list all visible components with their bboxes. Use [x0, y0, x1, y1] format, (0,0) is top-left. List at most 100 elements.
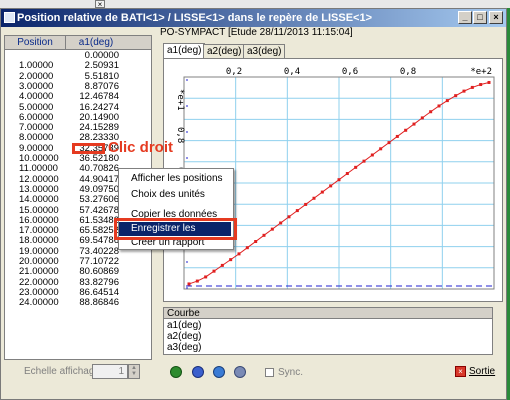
x-tick-label: 0,4 [284, 67, 300, 77]
background-strip [0, 0, 510, 8]
row-value: 88.86846 [79, 297, 119, 309]
row-value: 2.50931 [84, 60, 119, 72]
menu-item-afficher-positions[interactable]: Afficher les positions [119, 172, 231, 186]
data-point [454, 94, 458, 98]
data-point [412, 122, 416, 126]
tab-a3[interactable]: a3(deg) [243, 44, 286, 58]
data-point [254, 240, 258, 244]
row-position: 21.00000 [19, 266, 59, 278]
data-point [395, 134, 399, 138]
row-value: 12.46784 [79, 91, 119, 103]
data-point [270, 227, 274, 231]
header-position[interactable]: Position [5, 36, 66, 49]
row-position: 5.00000 [19, 101, 54, 113]
echelle-input[interactable]: 1 [92, 364, 128, 379]
tab-a2[interactable]: a2(deg) [203, 44, 246, 58]
close-button[interactable]: × [489, 11, 503, 24]
maximize-button[interactable]: □ [473, 11, 487, 24]
row-position: 8.00000 [19, 132, 54, 144]
app-icon [4, 12, 15, 23]
row-value: 40.70826 [79, 163, 119, 175]
table-row[interactable]: 1.00000 2.50931 [5, 61, 151, 71]
data-point [220, 263, 224, 267]
data-point [212, 269, 216, 273]
refresh-icon[interactable] [170, 366, 182, 378]
sortie-button[interactable]: Sortie [469, 366, 495, 377]
data-point [354, 165, 358, 169]
data-point [287, 215, 291, 219]
echelle-spinner[interactable]: ▲ ▼ [128, 364, 140, 379]
help-icon[interactable] [192, 366, 204, 378]
tab-a1[interactable]: a1(deg) [163, 43, 206, 58]
data-point [337, 178, 341, 182]
data-point [429, 110, 433, 114]
data-point [370, 153, 374, 157]
courbe-list: Courbe a1(deg) a2(deg) a3(deg) [163, 307, 493, 355]
row-value: 57.42678 [79, 204, 119, 216]
data-point [237, 252, 241, 256]
top-close-button[interactable]: × [95, 0, 105, 9]
row-position: 18.00000 [19, 235, 59, 247]
data-point [487, 80, 491, 84]
courbe-item-a3[interactable]: a3(deg) [167, 343, 201, 353]
data-point [187, 282, 191, 286]
sync-label: Sync. [278, 367, 304, 378]
annotation-label: Clic droit [108, 139, 174, 156]
data-point [379, 147, 383, 151]
data-point [479, 83, 483, 87]
row-value: 53.27606 [79, 194, 119, 206]
sync-checkbox[interactable] [265, 368, 274, 377]
highlight-box-menu [114, 218, 237, 240]
row-value: 69.54786 [79, 235, 119, 247]
data-point [420, 116, 424, 120]
row-position: 1.00000 [19, 60, 54, 72]
minimize-button[interactable]: _ [458, 11, 472, 24]
data-point [404, 128, 408, 132]
data-point [312, 196, 316, 200]
table-row[interactable]: 21.00000 80.60869 [5, 267, 151, 277]
table-row[interactable]: 5.00000 16.24274 [5, 101, 151, 113]
data-point [445, 99, 449, 103]
menu-item-choix-unites[interactable]: Choix des unités [119, 188, 231, 202]
data-point [204, 275, 208, 279]
courbe-item-a2[interactable]: a2(deg) [167, 332, 201, 342]
data-point [329, 184, 333, 188]
settings-icon[interactable] [234, 366, 246, 378]
study-subtitle: PO-SYMPACT [Etude 28/11/2013 11:15:04] [160, 27, 353, 38]
data-point [320, 190, 324, 194]
courbe-item-a1[interactable]: a1(deg) [167, 321, 201, 331]
data-point [304, 202, 308, 206]
table-row[interactable]: 4.00000 12.46784 [5, 92, 151, 102]
x-tick-label: 0,6 [342, 67, 358, 77]
data-point [295, 209, 299, 213]
row-position: 4.00000 [19, 91, 54, 103]
data-point [470, 85, 474, 89]
table-header: Position a1(deg) [5, 36, 151, 50]
row-position: 24.00000 [19, 297, 59, 309]
window-title: Position relative de BATI<1> / LISSE<1> … [17, 12, 373, 24]
x-tick-label: 0,2 [226, 67, 242, 77]
table-row[interactable]: 24.00000 88.86846 [5, 298, 151, 308]
row-value: 16.24274 [79, 101, 119, 113]
data-point [195, 279, 199, 283]
highlight-box-cell [72, 143, 105, 154]
data-point [362, 159, 366, 163]
data-point [229, 258, 233, 262]
row-position: 15.00000 [19, 204, 59, 216]
data-point [387, 141, 391, 145]
title-bar: Position relative de BATI<1> / LISSE<1> … [1, 9, 506, 27]
info-icon[interactable] [213, 366, 225, 378]
y-tick-label: 0,8 [175, 127, 185, 143]
data-point [462, 89, 466, 93]
header-a1[interactable]: a1(deg) [66, 36, 126, 49]
data-point [262, 233, 266, 237]
y-tick-label: *e+1 [175, 89, 185, 111]
data-point [345, 172, 349, 176]
courbe-header: Courbe [164, 308, 492, 319]
data-point [279, 221, 283, 225]
row-position: 11.00000 [19, 163, 58, 175]
row-position: 14.00000 [19, 194, 59, 206]
exit-icon[interactable]: × [455, 366, 466, 377]
data-point [437, 104, 441, 108]
row-value: 80.60869 [79, 266, 119, 278]
